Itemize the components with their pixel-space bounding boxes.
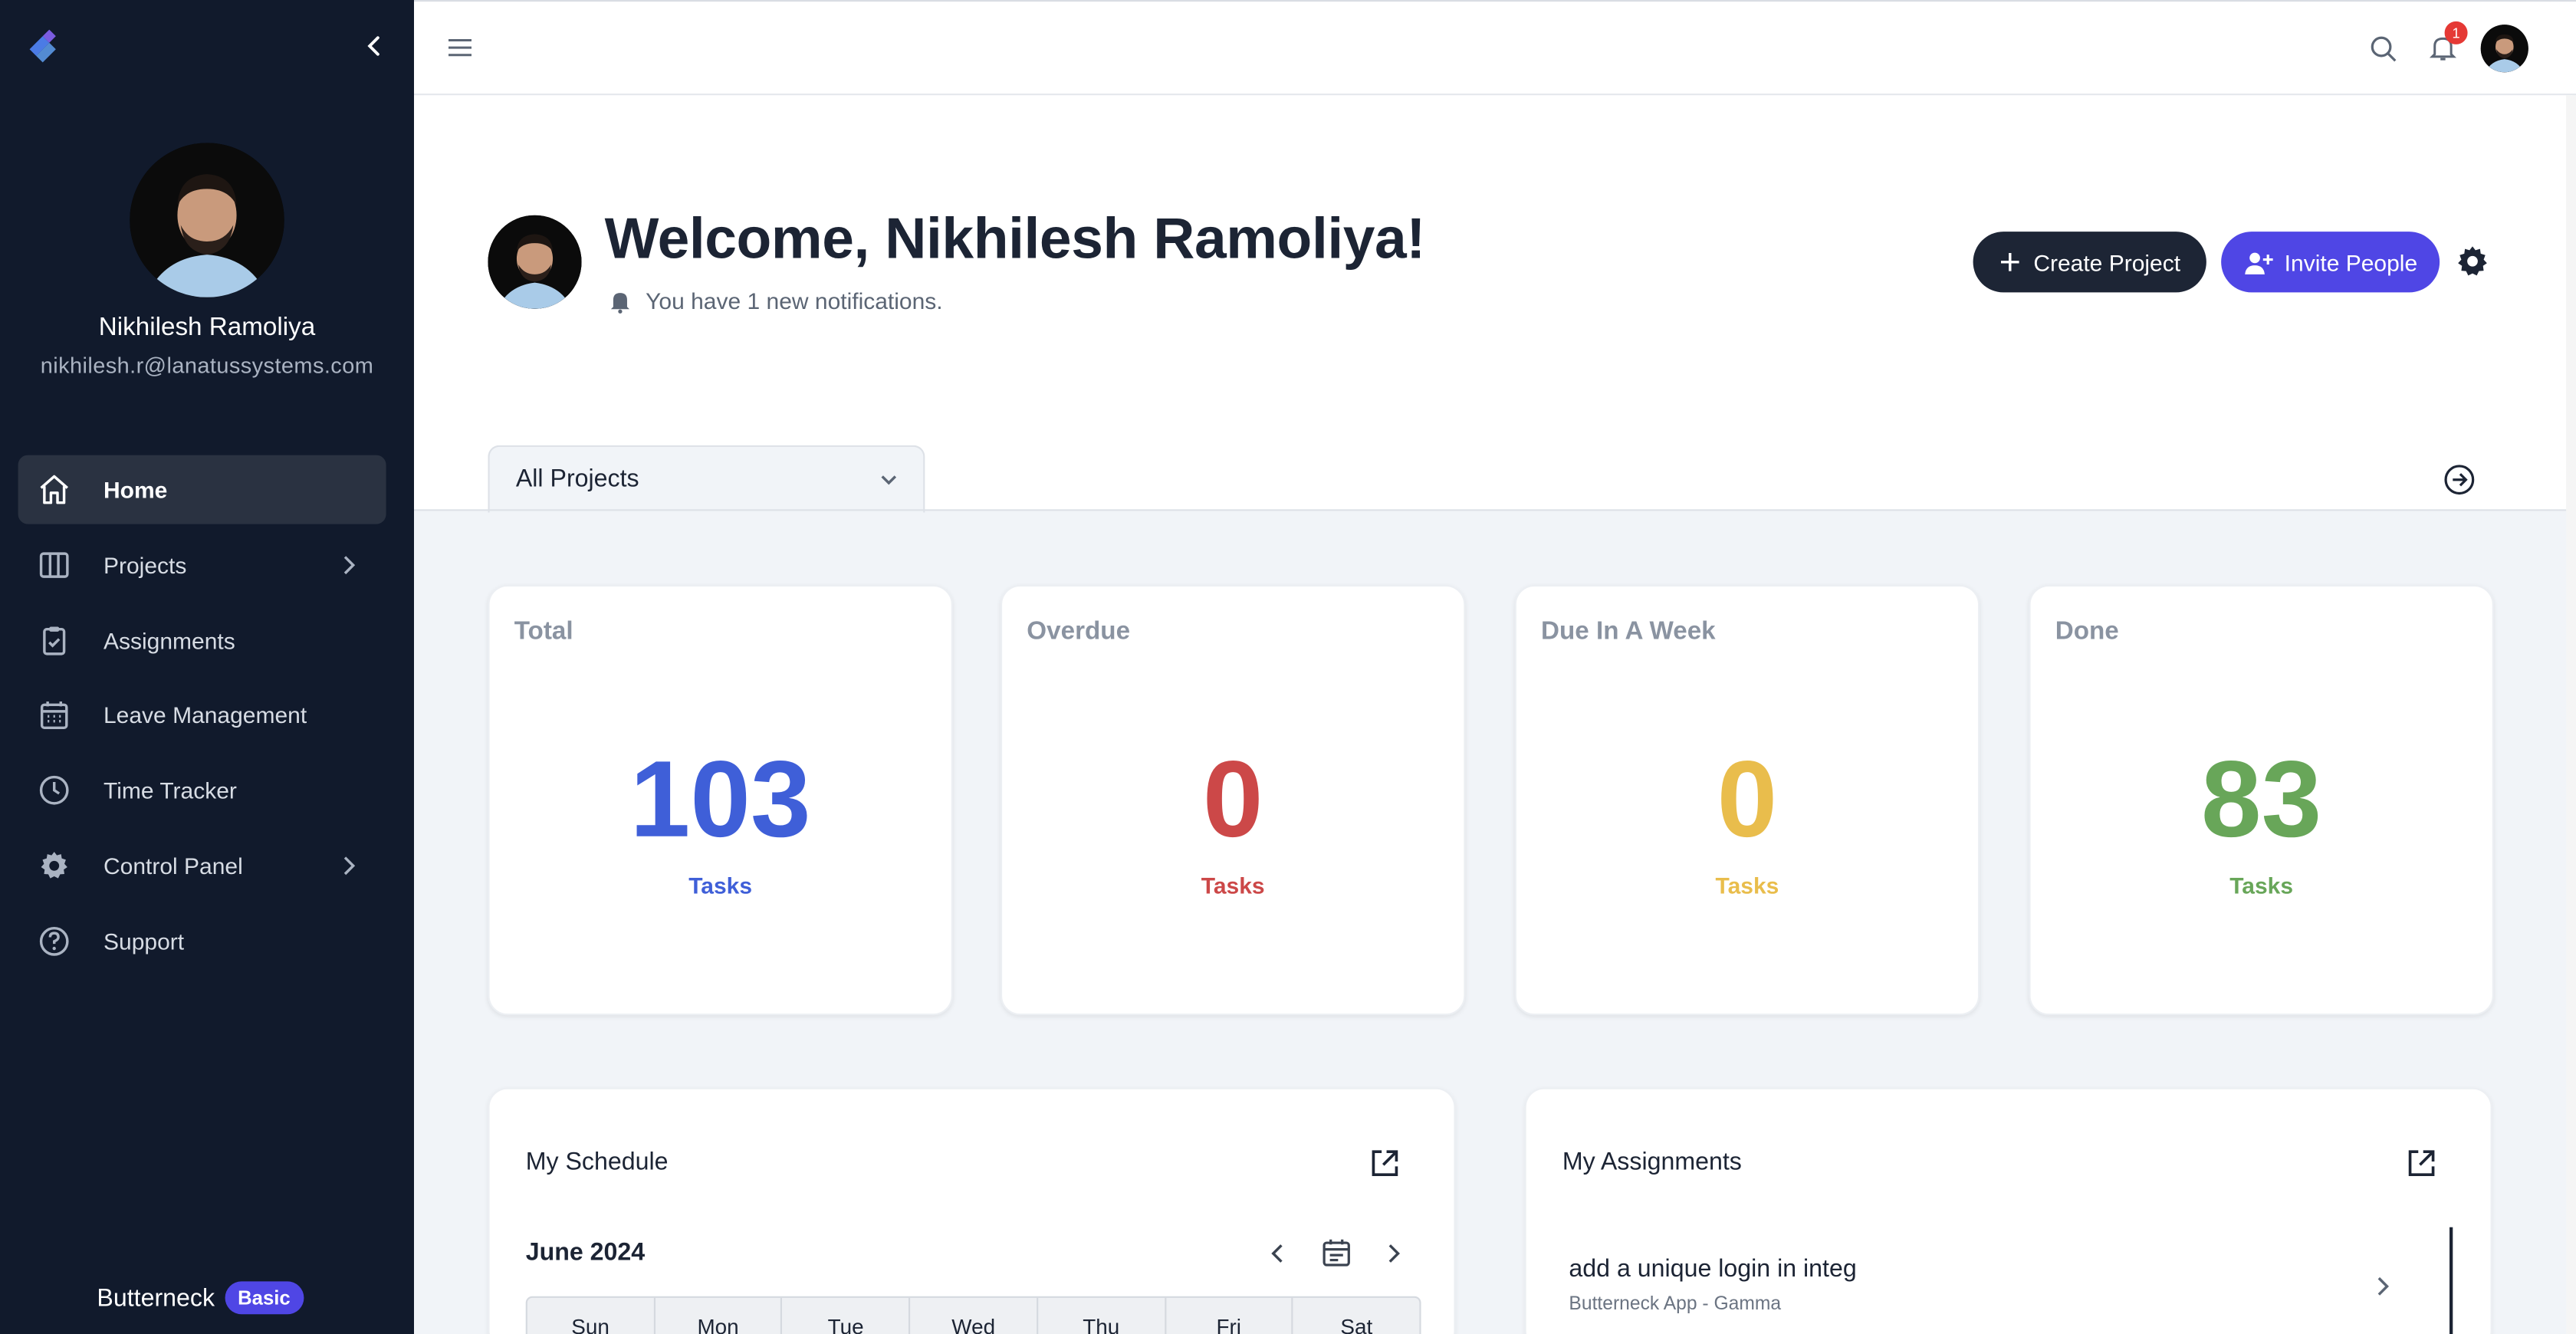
workspace-name: Butterneck [97, 1283, 215, 1313]
help-circle-icon [39, 925, 69, 955]
invite-people-button[interactable]: Invite People [2221, 232, 2440, 293]
sidebar-item-control-panel[interactable]: Control Panel [18, 831, 386, 900]
gear-icon [41, 851, 67, 879]
sidebar-nav: Home Projects Assignments Leave Manageme… [18, 455, 386, 981]
sidebar-item-assignments[interactable]: Assignments [18, 606, 386, 675]
panel-title: My Schedule [525, 1148, 669, 1177]
open-external-icon[interactable] [2405, 1147, 2438, 1180]
bell-icon [610, 292, 629, 313]
sidebar-item-label: Support [104, 927, 185, 954]
sidebar-item-label: Projects [104, 551, 187, 578]
welcome-header: Welcome, Nikhilesh Ramoliya! You have 1 … [414, 95, 2573, 513]
chevron-right-icon[interactable] [1380, 1240, 1406, 1267]
project-filter-dropdown[interactable]: All Projects [488, 445, 925, 513]
sidebar-item-label: Control Panel [104, 852, 243, 879]
sidebar-item-label: Assignments [104, 626, 235, 653]
notification-summary-text: You have 1 new notifications. [646, 288, 943, 314]
notification-summary[interactable]: You have 1 new notifications. [608, 288, 943, 314]
calendar-today-icon[interactable] [1321, 1237, 1352, 1269]
clock-icon [39, 775, 69, 805]
project-filter-value: All Projects [515, 465, 639, 493]
scrollbar[interactable] [2450, 1227, 2453, 1334]
notification-count-badge: 1 [2444, 21, 2468, 44]
plus-icon [2000, 253, 2019, 271]
assignment-list-item[interactable]: add a unique login in integ Butterneck A… [1562, 1245, 2417, 1334]
collapse-sidebar-icon[interactable] [358, 30, 391, 63]
sidebar-item-label: Home [104, 476, 168, 503]
weekday-label: Sun [527, 1297, 656, 1334]
chevron-right-icon [343, 555, 356, 574]
stat-card-overdue[interactable]: Overdue 0 Tasks [1001, 584, 1466, 1016]
user-avatar[interactable] [2480, 25, 2528, 73]
menu-icon[interactable] [447, 34, 473, 61]
stat-card-total[interactable]: Total 103 Tasks [488, 584, 953, 1016]
arrow-right-circle-icon[interactable] [2443, 463, 2476, 496]
calendar-icon [40, 702, 68, 730]
user-plus-icon [2244, 251, 2272, 274]
stat-card-value: 0 [1717, 738, 1778, 859]
welcome-avatar [488, 215, 582, 309]
chevron-left-icon[interactable] [1265, 1240, 1291, 1267]
sidebar-avatar [130, 143, 284, 297]
weekday-label: Mon [655, 1297, 783, 1334]
sidebar-item-label: Time Tracker [104, 777, 237, 803]
open-external-icon[interactable] [1368, 1147, 1401, 1180]
stat-card-title: Due In A Week [1540, 617, 1716, 646]
columns-icon [39, 551, 69, 578]
weekday-label: Wed [910, 1297, 1039, 1334]
stat-card-value: 83 [2200, 738, 2322, 859]
page-title: Welcome, Nikhilesh Ramoliya! [604, 207, 1426, 271]
stat-card-unit: Tasks [2229, 872, 2294, 899]
weekday-label: Sat [1340, 1314, 1373, 1334]
topbar: 1 [414, 0, 2576, 96]
create-project-label: Create Project [2033, 248, 2181, 275]
plan-badge: Basic [224, 1281, 304, 1315]
stat-card-value: 103 [629, 738, 811, 859]
chevron-right-icon [2377, 1276, 2389, 1296]
stat-card-title: Total [514, 617, 573, 646]
sidebar-item-leave-management[interactable]: Leave Management [18, 681, 386, 750]
my-schedule-panel: My Schedule June 2024 Sun Mon Tue Wed Th… [488, 1087, 1456, 1334]
weekday-label: Fri [1166, 1297, 1294, 1334]
stat-card-due-in-a-week[interactable]: Due In A Week 0 Tasks [1514, 584, 1980, 1016]
sidebar-user-name: Nikhilesh Ramoliya [98, 314, 316, 342]
create-project-button[interactable]: Create Project [1973, 232, 2206, 293]
stat-card-value: 0 [1202, 738, 1263, 859]
assignment-subtitle: Butterneck App - Gamma [1569, 1294, 1782, 1315]
calendar-month-label: June 2024 [525, 1238, 646, 1267]
my-assignments-panel: My Assignments add a unique login in int… [1524, 1087, 2492, 1334]
calendar-weekday-header: Sun Mon Tue Wed Thu Fri Sat [525, 1296, 1421, 1334]
stat-card-title: Done [2055, 617, 2119, 646]
sidebar-item-label: Leave Management [104, 702, 307, 728]
sidebar-item-time-tracker[interactable]: Time Tracker [18, 756, 386, 825]
divider [414, 509, 2573, 511]
settings-gear-icon[interactable] [2456, 245, 2489, 278]
chevron-right-icon [343, 856, 356, 875]
stat-card-unit: Tasks [1201, 872, 1265, 899]
clipboard-check-icon [43, 626, 66, 655]
stat-card-done[interactable]: Done 83 Tasks [2029, 584, 2494, 1016]
sidebar-item-support[interactable]: Support [18, 906, 386, 975]
weekday-label: Thu [1038, 1297, 1166, 1334]
search-icon[interactable] [2369, 34, 2399, 64]
workspace-footer[interactable]: Butterneck Basic [97, 1281, 304, 1315]
app-logo[interactable] [23, 29, 62, 66]
chevron-down-icon [881, 475, 897, 485]
sidebar: Nikhilesh Ramoliya nikhilesh.r@lanatussy… [0, 0, 414, 1334]
sidebar-user-email: nikhilesh.r@lanatussystems.com [40, 353, 374, 378]
stat-card-unit: Tasks [688, 872, 753, 899]
invite-people-label: Invite People [2284, 248, 2418, 275]
panel-title: My Assignments [1562, 1148, 1742, 1177]
page-scrollbar[interactable] [2566, 95, 2576, 1334]
sidebar-item-projects[interactable]: Projects [18, 531, 386, 600]
sidebar-item-home[interactable]: Home [18, 455, 386, 524]
weekday-label: Tue [783, 1297, 911, 1334]
stat-card-unit: Tasks [1715, 872, 1779, 899]
stat-card-title: Overdue [1027, 617, 1131, 646]
assignment-title: add a unique login in integ [1569, 1255, 1857, 1283]
home-icon [40, 475, 68, 504]
